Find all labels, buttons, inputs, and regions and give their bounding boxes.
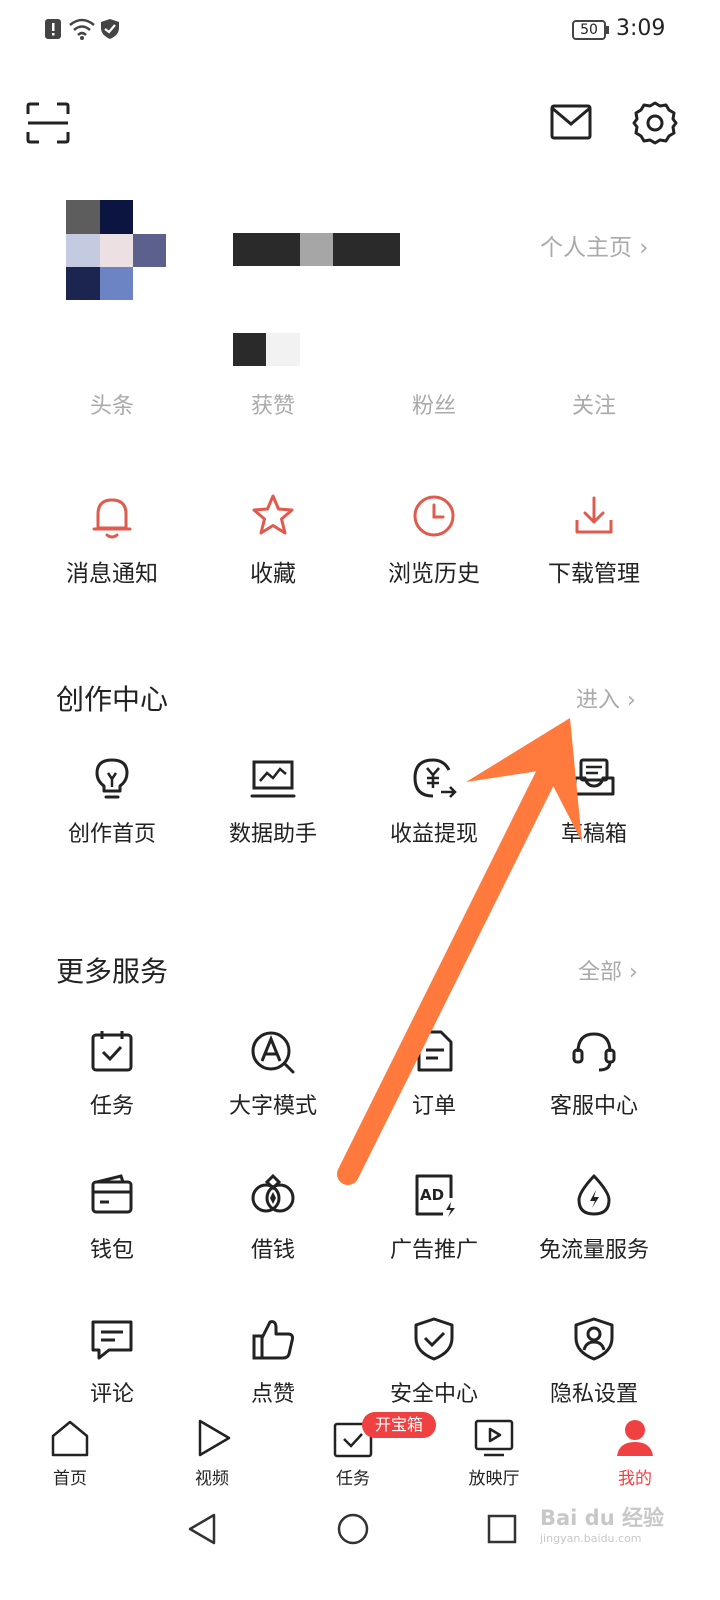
large-font-icon (251, 1031, 295, 1074)
more-services-title: 更多服务 (56, 955, 169, 988)
service-comments-label: 评论 (89, 1382, 134, 1407)
nav-home-button[interactable] (336, 1512, 370, 1546)
wifi-icon (69, 18, 95, 40)
service-likes-label: 点赞 (250, 1382, 295, 1407)
profile-homepage-link[interactable]: 个人主页 › (540, 228, 649, 262)
watermark-subtext: jingyan.baidu.com (540, 1532, 642, 1545)
username-redacted (233, 233, 400, 266)
stat-headlines[interactable]: 头条 (32, 388, 192, 420)
service-security[interactable]: 安全中心 (354, 1316, 514, 1408)
creation-home[interactable]: 创作首页 (32, 756, 192, 848)
comment-icon (91, 1320, 133, 1360)
quick-history[interactable]: 浏览历史 (354, 490, 514, 590)
tab-video-label: 视频 (195, 1469, 229, 1489)
lightbulb-icon (95, 758, 129, 799)
baidu-watermark: Bai du 经验 jingyan.baidu.com (540, 1502, 690, 1562)
shield-icon (414, 1317, 454, 1361)
wallet-icon (91, 1174, 133, 1214)
service-data-free-label: 免流量服务 (538, 1238, 649, 1263)
profile-icon (617, 1420, 653, 1456)
service-comments[interactable]: 评论 (32, 1316, 192, 1408)
tab-cinema[interactable]: 放映厅 (434, 1410, 554, 1494)
annotation-arrow (337, 718, 582, 1185)
watermark-text: Bai du 经验 (540, 1506, 664, 1530)
bottom-tab-bar: 首页 视频 任务 开宝箱 放映厅 我的 (0, 1410, 720, 1494)
service-loan-label: 借钱 (250, 1238, 295, 1263)
service-wallet-label: 钱包 (89, 1238, 134, 1263)
tab-task-label: 任务 (336, 1469, 370, 1489)
service-privacy[interactable]: 隐私设置 (514, 1316, 674, 1408)
star-icon (252, 494, 294, 535)
quick-notifications[interactable]: 消息通知 (32, 490, 192, 590)
task-icon (91, 1031, 133, 1072)
clock-icon (413, 495, 455, 537)
service-privacy-label: 隐私设置 (549, 1382, 638, 1407)
quick-downloads[interactable]: 下载管理 (514, 490, 674, 590)
treasure-box-badge[interactable]: 开宝箱 (362, 1412, 436, 1438)
tab-profile-label: 我的 (618, 1469, 652, 1489)
loan-icon (251, 1173, 295, 1213)
battery-level: 50 (580, 22, 598, 38)
user-info-redacted (233, 333, 300, 366)
nav-back-button[interactable] (186, 1512, 220, 1546)
shield-status-icon (101, 19, 119, 39)
thumbs-up-icon (252, 1320, 294, 1360)
settings-icon[interactable] (632, 100, 678, 146)
tab-cinema-label: 放映厅 (468, 1469, 520, 1489)
video-icon (198, 1419, 231, 1457)
cinema-icon (474, 1419, 514, 1457)
stat-likes[interactable]: 获赞 (193, 388, 353, 420)
quick-favorites[interactable]: 收藏 (193, 490, 353, 590)
quick-notifications-label: 消息通知 (66, 561, 158, 587)
avatar[interactable] (66, 200, 166, 300)
service-security-label: 安全中心 (389, 1382, 478, 1407)
clock-time: 3:09 (616, 16, 666, 41)
chart-monitor-icon (250, 760, 296, 798)
privacy-icon (574, 1317, 614, 1361)
scan-icon[interactable] (26, 102, 70, 144)
tab-video[interactable]: 视频 (152, 1410, 272, 1494)
stat-fans[interactable]: 粉丝 (354, 388, 514, 420)
service-wallet[interactable]: 钱包 (32, 1172, 192, 1264)
battery-indicator: 50 (572, 20, 606, 40)
mail-icon[interactable] (550, 104, 592, 140)
quick-downloads-label: 下载管理 (548, 561, 640, 587)
nav-recents-button[interactable] (486, 1513, 518, 1545)
tab-profile[interactable]: 我的 (575, 1410, 695, 1494)
creation-home-label: 创作首页 (67, 822, 156, 847)
alert-icon (45, 19, 61, 39)
service-task[interactable]: 任务 (32, 1028, 192, 1120)
service-task-label: 任务 (89, 1094, 134, 1119)
home-icon (51, 1420, 89, 1457)
quick-history-label: 浏览历史 (388, 561, 480, 587)
bell-icon (92, 498, 132, 539)
stat-following[interactable]: 关注 (514, 388, 674, 420)
tab-home-label: 首页 (53, 1469, 87, 1489)
service-ads-label: 广告推广 (389, 1238, 478, 1263)
quick-favorites-label: 收藏 (250, 561, 296, 587)
creation-center-title: 创作中心 (56, 683, 169, 716)
service-likes[interactable]: 点赞 (193, 1316, 353, 1408)
status-bar: 50 3:09 (0, 0, 720, 60)
download-icon (575, 496, 613, 534)
tab-home[interactable]: 首页 (10, 1410, 130, 1494)
